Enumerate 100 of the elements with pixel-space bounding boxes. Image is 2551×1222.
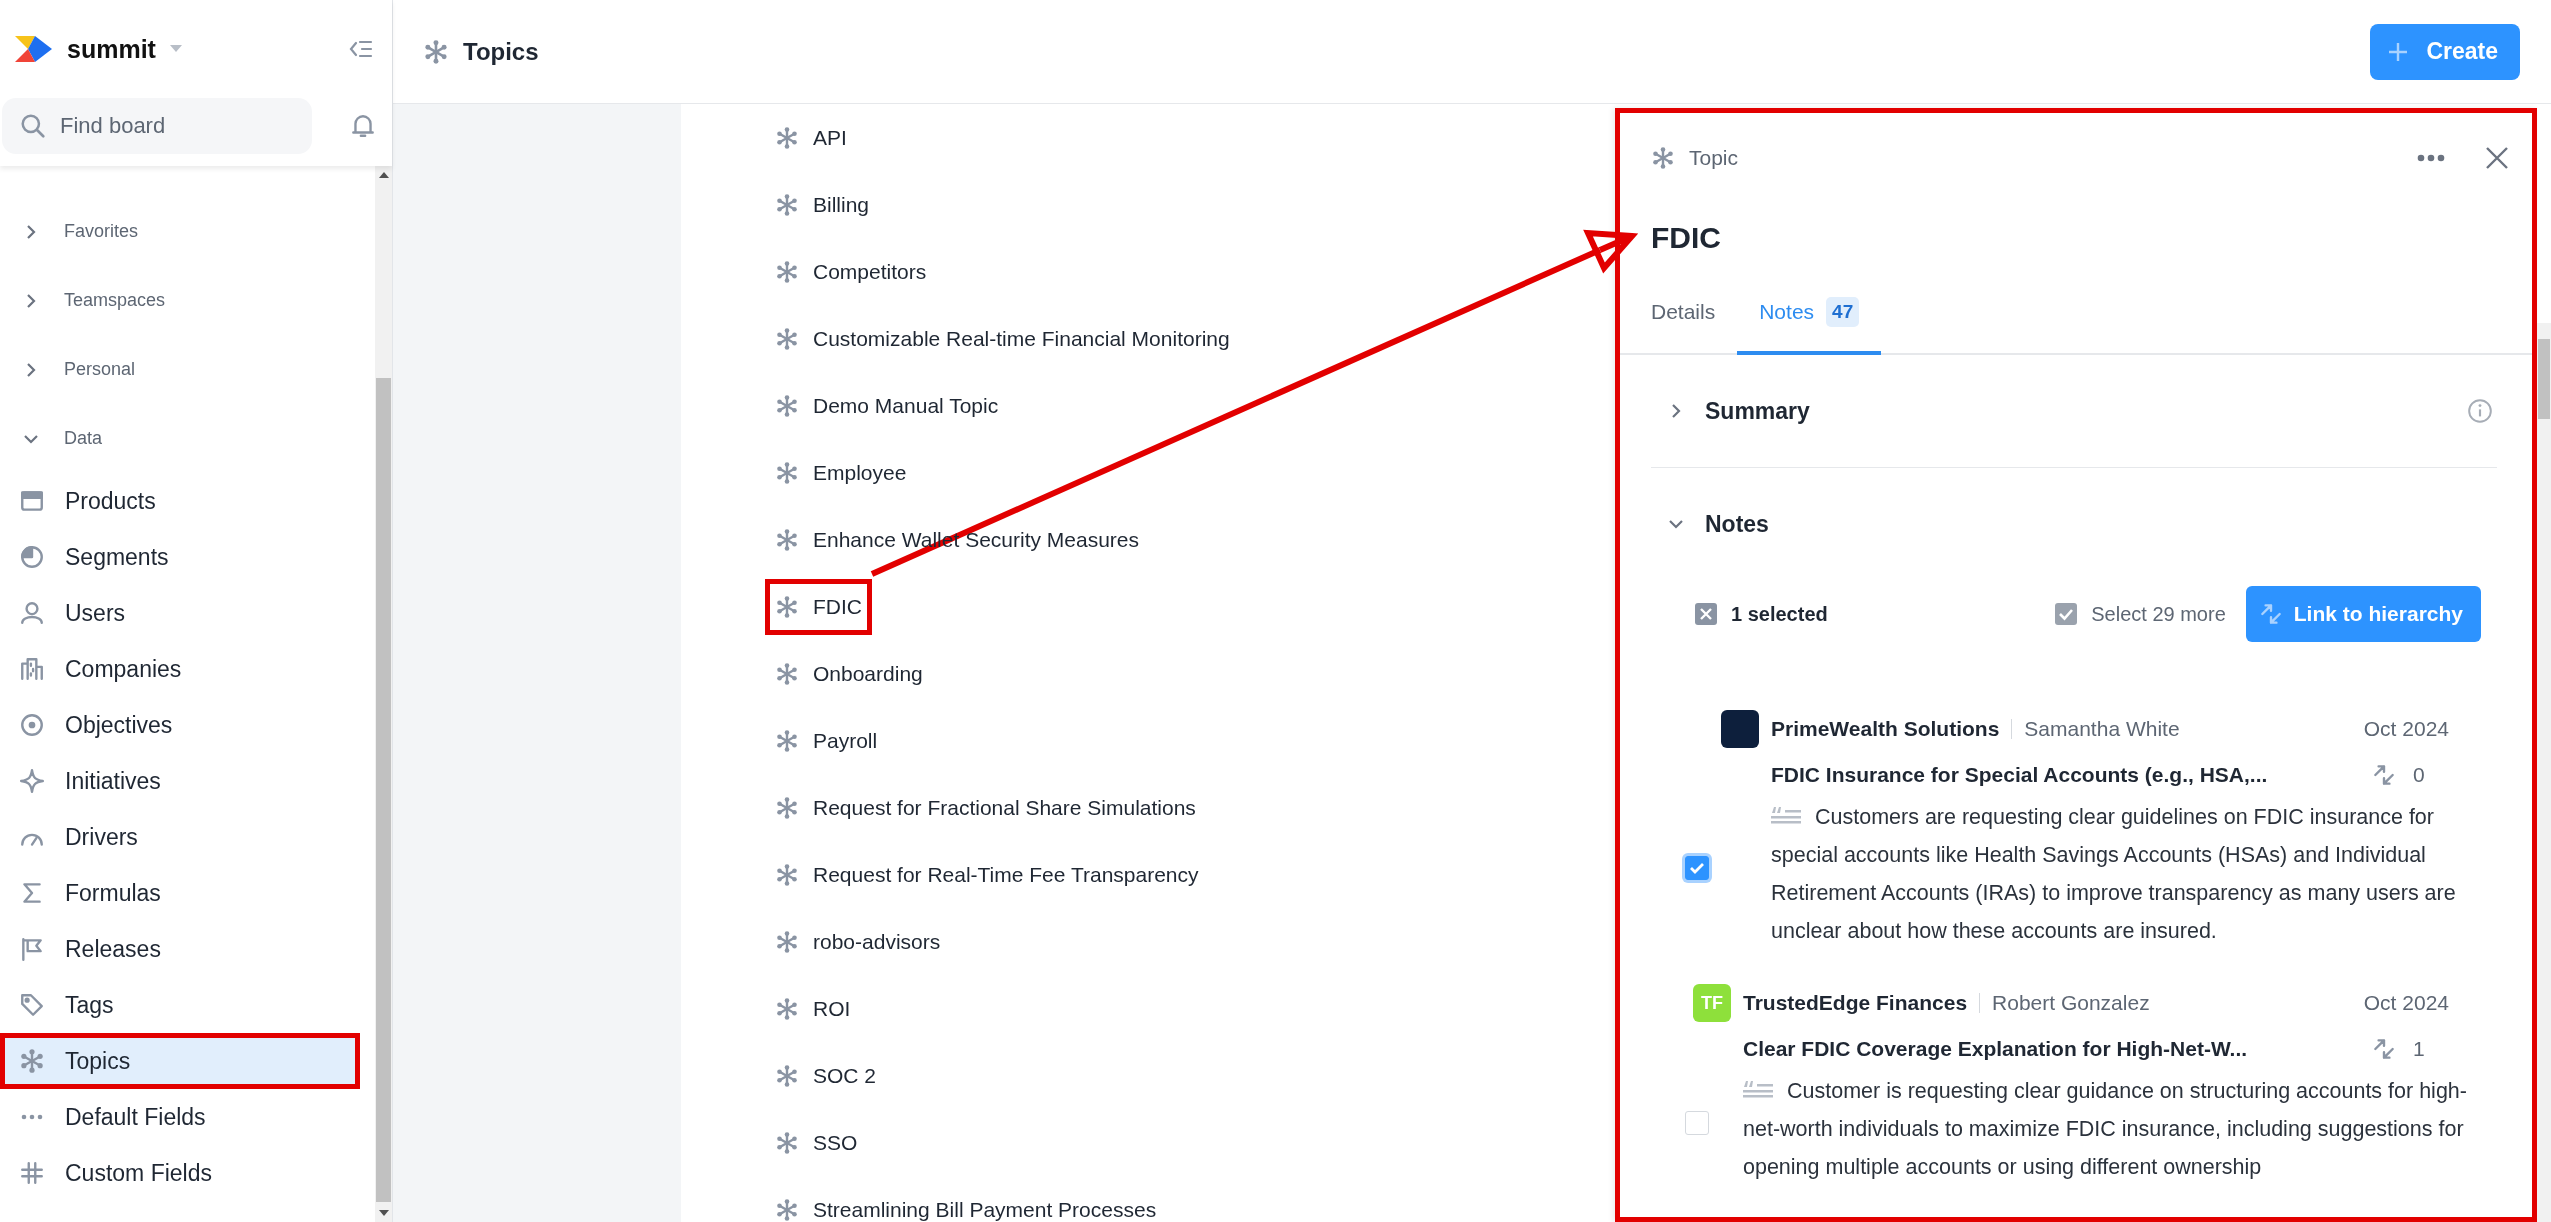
asterisk-icon	[775, 125, 799, 150]
asterisk-icon	[775, 795, 799, 820]
topic-item[interactable]: SSO	[765, 1114, 868, 1171]
segments-icon	[19, 544, 45, 570]
asterisk-icon	[1651, 146, 1675, 170]
sidebar-item[interactable]: Default Fields	[0, 1089, 375, 1145]
note-title[interactable]: FDIC Insurance for Special Accounts (e.g., HSA,...	[1771, 763, 2268, 787]
sidebar-item[interactable]: Topics	[0, 1033, 360, 1089]
bell-icon[interactable]	[350, 112, 376, 140]
topic-item[interactable]: SOC 2	[765, 1047, 887, 1104]
search-icon	[20, 113, 46, 139]
clear-selection-icon[interactable]	[1695, 603, 1717, 625]
tags-icon	[19, 992, 45, 1018]
asterisk-icon	[775, 929, 799, 954]
asterisk-icon	[775, 259, 799, 284]
panel-type-label: Topic	[1689, 146, 1740, 170]
releases-icon	[19, 936, 45, 962]
scroll-down-icon[interactable]	[378, 1210, 389, 1216]
page-title: Topics	[463, 37, 540, 66]
select-more-link[interactable]: Select 29 more	[2055, 602, 2226, 626]
section-header[interactable]: Summary	[1651, 355, 2497, 467]
dots-icon	[19, 1114, 45, 1120]
close-icon[interactable]	[2485, 146, 2509, 170]
asterisk-icon	[775, 1197, 799, 1222]
quote-icon	[1743, 1079, 1773, 1101]
asterisk-icon	[775, 527, 799, 552]
checkbox-icon	[2055, 603, 2078, 625]
topic-item[interactable]: Employee	[765, 444, 917, 501]
sidebar-item[interactable]: Initiatives	[0, 753, 375, 809]
asterisk-icon	[775, 460, 799, 485]
count-badge: 47	[1826, 297, 1860, 327]
topic-item[interactable]: FDIC	[765, 578, 872, 635]
topic-item[interactable]: Customizable Real-time Financial Monitoring	[765, 310, 1240, 367]
link-arrows-icon	[2371, 1036, 2397, 1062]
asterisk-icon	[775, 728, 799, 753]
panel-scrollbar[interactable]	[2537, 323, 2551, 1222]
section-header[interactable]: Notes	[1651, 468, 2497, 580]
note-checkbox[interactable]	[1685, 856, 1709, 880]
sidebar-section[interactable]: Personal	[0, 335, 375, 404]
topic-item[interactable]: Request for Fractional Share Simulations	[765, 779, 1206, 836]
caret-icon[interactable]	[169, 45, 182, 53]
asterisk-icon	[775, 326, 799, 351]
asterisk-icon	[775, 1063, 799, 1088]
initiatives-icon	[19, 768, 45, 794]
note-title[interactable]: Clear FDIC Coverage Explanation for High-Net-W...	[1743, 1037, 2248, 1061]
sidebar-item[interactable]: Segments	[0, 529, 375, 585]
sidebar-item[interactable]: Releases	[0, 921, 375, 977]
search-field[interactable]: Find board	[2, 98, 312, 154]
note-date: Oct 2024	[2363, 991, 2449, 1015]
tab[interactable]: Notes 47	[1737, 297, 1882, 355]
contact-name[interactable]: Samantha White	[2024, 717, 2180, 741]
workspace-name[interactable]: summit	[67, 34, 156, 64]
company-name[interactable]: TrustedEdge Finances	[1743, 991, 1968, 1015]
note-date: Oct 2024	[2363, 717, 2449, 741]
link-count: 0	[2413, 763, 2426, 787]
products-icon	[19, 488, 45, 514]
tab[interactable]: Details	[1629, 297, 1738, 355]
topic-item[interactable]: Competitors	[765, 243, 937, 300]
sidebar-item[interactable]: Users	[0, 585, 375, 641]
sidebar-item[interactable]: Tags	[0, 977, 375, 1033]
topic-item[interactable]: Demo Manual Topic	[765, 377, 1009, 434]
sidebar-item[interactable]: Drivers	[0, 809, 375, 865]
collapse-sidebar-icon[interactable]	[348, 38, 374, 60]
sidebar-section[interactable]: Data	[0, 404, 375, 473]
users-icon	[19, 600, 45, 626]
topic-item[interactable]: Streamlining Bill Payment Processes	[765, 1181, 1167, 1222]
sidebar-item[interactable]: Companies	[0, 641, 375, 697]
asterisk-icon	[775, 192, 799, 217]
topics-icon	[19, 1048, 45, 1074]
check-icon	[1689, 861, 1705, 875]
asterisk-icon	[775, 661, 799, 686]
sidebar-item[interactable]: Objectives	[0, 697, 375, 753]
topic-item[interactable]: API	[765, 109, 857, 166]
more-icon[interactable]	[2417, 154, 2445, 162]
asterisk-icon	[775, 594, 799, 619]
link-count: 1	[2413, 1037, 2426, 1061]
asterisk-icon	[775, 393, 799, 418]
sidebar-item[interactable]: Products	[0, 473, 375, 529]
company-name[interactable]: PrimeWealth Solutions	[1771, 717, 2000, 741]
scroll-up-icon[interactable]	[378, 172, 389, 178]
sidebar-item[interactable]: Custom Fields	[0, 1145, 375, 1201]
link-arrows-icon	[2371, 762, 2397, 788]
sidebar-section[interactable]: Teamspaces	[0, 266, 375, 335]
info-icon[interactable]	[2467, 398, 2493, 424]
companies-icon	[19, 656, 45, 682]
note-text: Customers are requesting clear guidelines on FDIC insurance for special accounts like Health Savings Accounts (HSAs) and Individual Retirement Accounts (IRAs) to improve transparency as many users are unclear about how these accounts are insured.	[1771, 804, 2457, 945]
note-text: Customer is requesting clear guidance on structuring accounts for high-net-worth individuals to maximize FDIC insurance, including suggestions for opening multiple accounts or using different ownership	[1743, 1078, 2468, 1181]
topic-item[interactable]: Onboarding	[765, 645, 933, 702]
panel-title: FDIC	[1650, 220, 1722, 256]
contact-name[interactable]: Robert Gonzalez	[1992, 991, 2150, 1015]
scrollbar[interactable]	[375, 166, 392, 1222]
sidebar-item[interactable]: Formulas	[0, 865, 375, 921]
topic-item[interactable]: Billing	[765, 176, 880, 233]
asterisk-icon	[775, 996, 799, 1021]
topic-item[interactable]: ROI	[765, 980, 861, 1037]
topic-item[interactable]: Request for Real-Time Fee Transparency	[765, 846, 1209, 903]
topic-item[interactable]: Payroll	[765, 712, 888, 769]
sidebar-section[interactable]: Favorites	[0, 197, 375, 266]
topic-item[interactable]: robo-advisors	[765, 913, 951, 970]
objectives-icon	[19, 712, 45, 738]
